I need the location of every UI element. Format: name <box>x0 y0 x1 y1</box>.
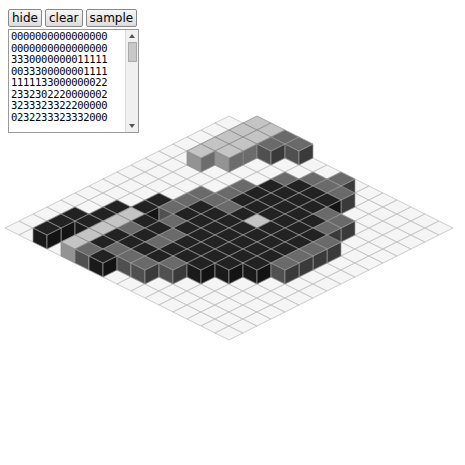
cube-top-face <box>215 256 243 270</box>
scroll-thumb[interactable] <box>128 42 137 62</box>
toolbar-button[interactable]: hide <box>8 9 42 27</box>
toolbar-button[interactable]: sample <box>86 9 138 27</box>
voxel-cube <box>271 256 299 284</box>
floor-tile <box>425 221 453 235</box>
cube-top-face <box>271 256 299 270</box>
scrollbar[interactable] <box>125 30 138 132</box>
editor-line[interactable]: 1111133000000022 <box>11 77 123 89</box>
toolbar-button[interactable]: clear <box>45 9 83 27</box>
scroll-up-icon[interactable] <box>129 34 135 38</box>
voxel-cube <box>187 256 215 284</box>
cube-top-face <box>285 137 313 151</box>
cube-top-face <box>257 137 285 151</box>
editor-line[interactable]: 0000000000000000 <box>11 31 123 43</box>
cube-top-face <box>159 256 187 270</box>
voxel-cube <box>159 256 187 284</box>
cube-top-face <box>33 221 61 235</box>
cube-top-face <box>89 249 117 263</box>
cube-top-face <box>243 256 271 270</box>
voxel-cube <box>285 137 313 165</box>
voxel-cube <box>215 144 243 172</box>
editor-line[interactable]: 3233323322200000 <box>11 100 123 112</box>
voxel-cube <box>215 256 243 284</box>
editor-line[interactable]: 2332302220000002 <box>11 89 123 101</box>
editor-line[interactable]: 0033300000001111 <box>11 66 123 78</box>
editor-line[interactable]: 3330000000011111 <box>11 54 123 66</box>
voxel-cube <box>89 249 117 277</box>
voxel-cube <box>257 137 285 165</box>
editor-line[interactable]: 0000000000000000 <box>11 43 123 55</box>
voxel-cube <box>33 221 61 249</box>
cube-top-face <box>131 256 159 270</box>
voxel-cube <box>243 256 271 284</box>
scroll-down-icon[interactable] <box>129 124 135 128</box>
voxel-cube <box>187 144 215 172</box>
voxel-cube <box>131 256 159 284</box>
grid-editor[interactable]: 0000000000000000000000000000000033300000… <box>8 29 139 133</box>
editor-line[interactable]: 0232233323332000 <box>11 112 123 124</box>
cube-top-face <box>187 256 215 270</box>
cube-top-face <box>187 144 215 158</box>
cube-top-face <box>215 144 243 158</box>
